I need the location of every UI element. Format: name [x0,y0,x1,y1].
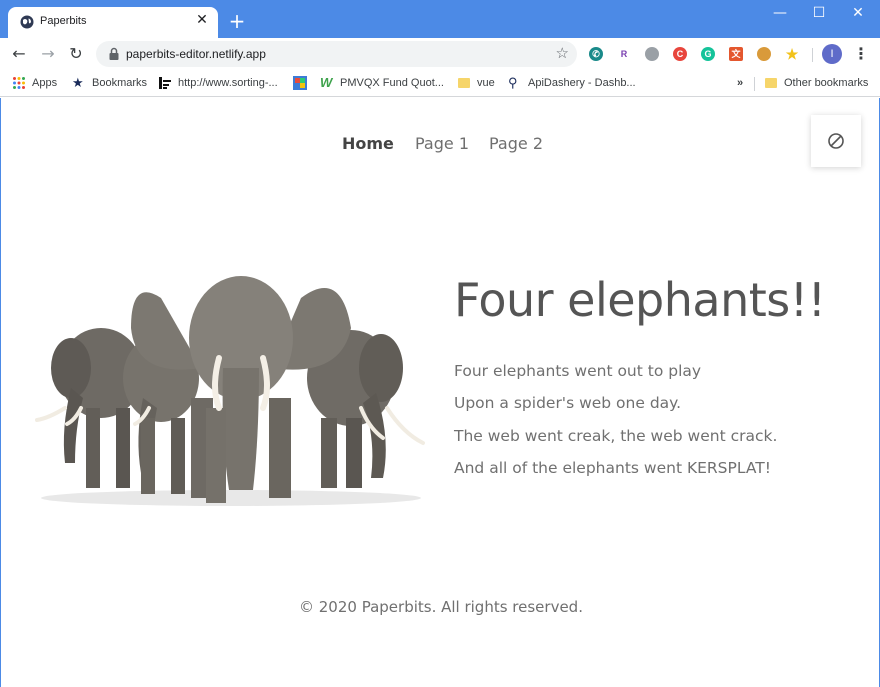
globe-icon [20,15,34,29]
bookmarks-overflow-button[interactable]: » [737,75,743,91]
close-tab-icon[interactable]: ✕ [194,12,210,28]
page-heading: Four elephants!! [454,273,826,327]
bookmark-label: vue [477,77,495,89]
bookmark-label: http://www.sorting-... [178,77,278,89]
nav-link-page-2[interactable]: Page 2 [489,134,543,153]
bookmark-label: PMVQX Fund Quot... [340,77,444,89]
extension-phone-icon[interactable]: ✆ [589,47,603,61]
sorting-icon [159,77,171,89]
back-button[interactable]: ← [9,44,29,64]
extension-grammarly-icon[interactable]: G [701,47,715,61]
extension-star-icon[interactable]: ★ [785,47,799,61]
poem-line: Four elephants went out to play [454,362,702,380]
close-window-icon[interactable]: ✕ [847,4,869,22]
bookmarks-separator [754,77,755,91]
colorful-site-icon [293,76,307,90]
search-icon: ⚲ [508,75,518,90]
extension-translate-icon[interactable]: 文 [729,47,743,61]
website-page: Home Page 1 Page 2 Four elephants!! Four… [0,98,880,687]
bookmark-apps[interactable]: Apps [12,75,57,91]
extension-cookie-icon[interactable] [757,47,771,61]
extension-r-icon[interactable]: R [617,47,631,61]
poem-line: Upon a spider's web one day. [454,394,682,412]
footer-copyright: © 2020 Paperbits. All rights reserved. [299,598,583,616]
tab-title: Paperbits [40,15,87,27]
bookmark-apidashery[interactable]: ⚲ ApiDashery - Dashb... [508,75,636,91]
w-logo-icon: W [320,75,333,90]
url-text: paperbits-editor.netlify.app [126,47,266,61]
bookmark-other[interactable]: Other bookmarks [765,75,868,91]
bookmark-label: ApiDashery - Dashb... [528,77,636,89]
elephants-image [35,276,425,506]
forward-button[interactable]: → [38,44,58,64]
bookmark-bookmarks[interactable]: ★ Bookmarks [72,75,147,91]
minimize-icon[interactable]: — [769,4,791,22]
bookmarks-bar: Apps ★ Bookmarks http://www.sorting-... … [0,70,880,97]
star-icon: ★ [72,75,84,90]
poem-line: And all of the elephants went KERSPLAT! [454,459,771,477]
poem-line: The web went creak, the web went crack. [454,427,778,445]
extension-c-icon[interactable]: C [673,47,687,61]
bookmark-colorful-site[interactable] [293,75,313,91]
browser-tab[interactable]: Paperbits ✕ [8,7,218,38]
maximize-icon[interactable]: ☐ [808,4,830,22]
bookmark-vue[interactable]: vue [458,75,495,91]
browser-menu-icon[interactable]: ⋮ [853,44,869,64]
address-bar[interactable]: paperbits-editor.netlify.app ☆ [96,41,577,67]
profile-avatar[interactable]: I [822,44,842,64]
lock-icon [109,47,119,60]
bookmark-label: Bookmarks [92,77,148,89]
folder-icon [458,78,470,88]
extension-chat-icon[interactable] [645,47,659,61]
apps-grid-icon [13,77,25,89]
reload-button[interactable]: ↻ [66,44,86,64]
folder-icon [765,78,777,88]
bookmark-label: Other bookmarks [784,77,869,89]
bookmark-pmvqx[interactable]: W PMVQX Fund Quot... [320,75,444,91]
nav-link-page-1[interactable]: Page 1 [415,134,469,153]
bookmark-sorting[interactable]: http://www.sorting-... [158,75,278,91]
edit-toggle-button[interactable] [811,115,861,167]
browser-titlebar: Paperbits ✕ + — ☐ ✕ [0,0,880,38]
nav-link-home[interactable]: Home [342,134,394,153]
toolbar-separator [812,48,813,62]
new-tab-button[interactable]: + [228,11,246,31]
block-icon [828,133,844,149]
bookmark-star-icon[interactable]: ☆ [556,44,569,62]
bookmark-label: Apps [32,77,58,89]
browser-toolbar: ← → ↻ paperbits-editor.netlify.app ☆ ✆ R… [0,38,880,70]
